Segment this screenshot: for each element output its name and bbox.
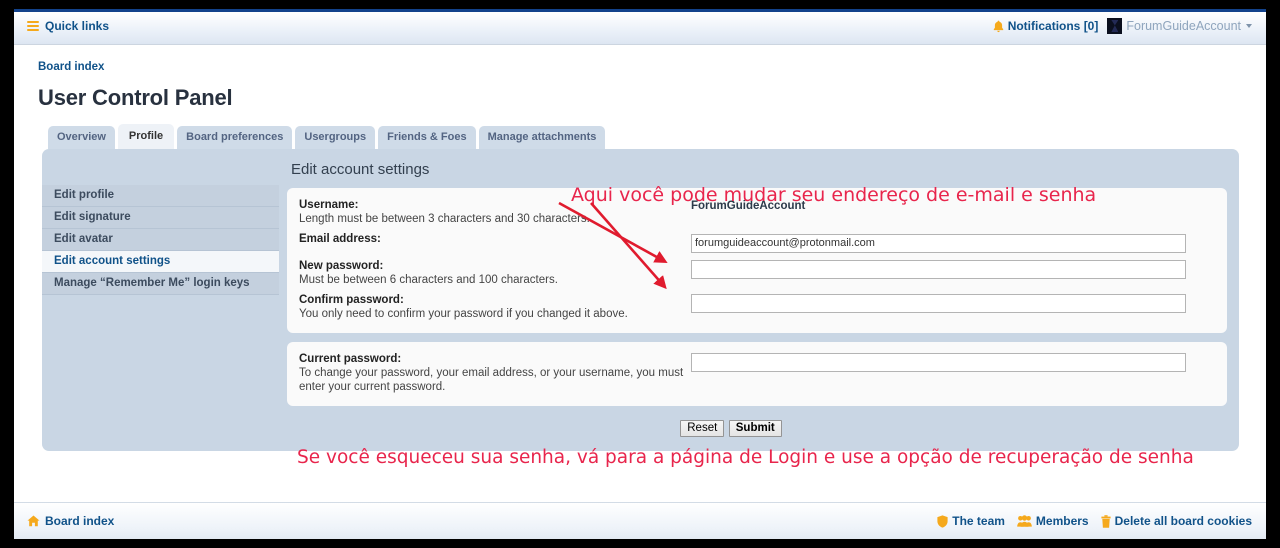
username-label-block: Username: Length must be between 3 chara…	[299, 198, 691, 226]
username-control: ForumGuideAccount	[691, 198, 1215, 212]
sidebar-item-edit-signature[interactable]: Edit signature	[42, 207, 279, 229]
tab-usergroups[interactable]: Usergroups	[295, 126, 376, 149]
account-menu[interactable]: ForumGuideAccount	[1107, 18, 1252, 34]
new-password-label: New password:	[299, 259, 384, 272]
footer-left-group: Board index	[27, 514, 114, 528]
people-icon	[1017, 515, 1032, 527]
notifications-group[interactable]: Notifications [0]	[993, 19, 1099, 33]
email-label: Email address:	[299, 233, 381, 245]
sidebar-item-edit-profile[interactable]: Edit profile	[42, 185, 279, 207]
top-navbar: Quick links Notifications [0] ForumGuide…	[14, 9, 1266, 45]
confirm-password-label-block: Confirm password: You only need to confi…	[299, 293, 691, 321]
current-password-fieldset: Current password: To change your passwor…	[287, 341, 1227, 406]
home-icon	[27, 515, 40, 527]
account-fieldset: Username: Length must be between 3 chara…	[287, 188, 1227, 333]
ucp-sidebar: Edit profile Edit signature Edit avatar …	[42, 149, 279, 295]
page-footer: Board index The team Members Delete all …	[14, 502, 1266, 539]
username-hint: Length must be between 3 characters and …	[299, 213, 590, 225]
current-password-label-block: Current password: To change your passwor…	[299, 352, 691, 394]
tab-profile[interactable]: Profile	[117, 124, 175, 149]
chevron-down-icon	[1246, 24, 1252, 28]
footer-right-group: The team Members Delete all board cookie…	[937, 514, 1252, 528]
reset-button[interactable]: Reset	[680, 419, 725, 437]
new-password-hint: Must be between 6 characters and 100 cha…	[299, 273, 558, 286]
footer-delete-cookies-link[interactable]: Delete all board cookies	[1115, 514, 1252, 528]
username-value: ForumGuideAccount	[691, 200, 806, 212]
breadcrumb-board-index[interactable]: Board index	[38, 61, 104, 73]
confirm-password-control	[691, 293, 1215, 313]
confirm-password-hint: You only need to confirm your password i…	[299, 307, 628, 320]
breadcrumb: Board index	[14, 45, 1266, 73]
field-row-new-password: New password: Must be between 6 characte…	[299, 259, 1215, 287]
browser-page: Quick links Notifications [0] ForumGuide…	[14, 9, 1266, 539]
current-password-label: Current password:	[299, 352, 402, 365]
confirm-password-input[interactable]	[691, 294, 1186, 313]
shield-icon	[937, 514, 948, 528]
sidebar-item-remember-me-keys[interactable]: Manage “Remember Me” login keys	[42, 273, 279, 295]
user-avatar	[1107, 18, 1123, 34]
ucp-content: Edit account settings Username: Length m…	[279, 149, 1239, 437]
screen-root: Quick links Notifications [0] ForumGuide…	[0, 0, 1280, 548]
new-password-input[interactable]	[691, 260, 1186, 279]
new-password-control	[691, 259, 1215, 279]
tab-manage-attachments[interactable]: Manage attachments	[478, 126, 606, 149]
username-label: Username:	[299, 199, 359, 211]
footer-members-item[interactable]: Members	[1017, 514, 1089, 528]
quick-links-button[interactable]: Quick links	[45, 19, 109, 33]
email-control	[691, 232, 1215, 253]
page-title: User Control Panel	[38, 85, 233, 110]
field-row-email: Email address:	[299, 232, 1215, 253]
tab-overview[interactable]: Overview	[48, 126, 115, 149]
sidebar-item-edit-account-settings[interactable]: Edit account settings	[42, 251, 279, 273]
field-row-current-password: Current password: To change your passwor…	[299, 352, 1215, 394]
footer-the-team-item[interactable]: The team	[937, 514, 1005, 528]
notifications-link[interactable]: Notifications [0]	[1008, 19, 1099, 33]
current-password-input[interactable]	[691, 353, 1186, 372]
hamburger-icon	[27, 20, 39, 32]
navbar-right-group: Notifications [0] ForumGuideAccount	[993, 18, 1252, 34]
email-input[interactable]	[691, 233, 1186, 253]
ucp-tabs: Overview Profile Board preferences Userg…	[48, 124, 1266, 149]
panel-columns: Edit profile Edit signature Edit avatar …	[42, 149, 1239, 437]
sidebar-item-edit-avatar[interactable]: Edit avatar	[42, 229, 279, 251]
field-row-confirm-password: Confirm password: You only need to confi…	[299, 293, 1215, 321]
navbar-left-group: Quick links	[27, 19, 109, 33]
current-password-hint: To change your password, your email addr…	[299, 366, 684, 393]
confirm-password-label: Confirm password:	[299, 293, 404, 306]
footer-members-link[interactable]: Members	[1036, 514, 1089, 528]
email-label-block: Email address:	[299, 232, 691, 246]
trash-icon	[1101, 514, 1111, 528]
submit-button[interactable]: Submit	[728, 419, 782, 437]
account-name-link[interactable]: ForumGuideAccount	[1126, 19, 1241, 33]
tab-board-preferences[interactable]: Board preferences	[177, 126, 293, 149]
footer-board-index-link[interactable]: Board index	[45, 514, 114, 528]
form-heading: Edit account settings	[291, 161, 430, 178]
form-buttons: Reset Submit	[235, 415, 1227, 437]
footer-delete-cookies-item[interactable]: Delete all board cookies	[1101, 514, 1252, 528]
field-row-username: Username: Length must be between 3 chara…	[299, 198, 1215, 226]
current-password-control	[691, 352, 1215, 372]
footer-the-team-link[interactable]: The team	[952, 514, 1005, 528]
tab-friends-foes[interactable]: Friends & Foes	[378, 126, 476, 149]
bell-icon	[993, 20, 1003, 32]
new-password-label-block: New password: Must be between 6 characte…	[299, 259, 691, 287]
ucp-panel: Edit profile Edit signature Edit avatar …	[42, 149, 1239, 451]
